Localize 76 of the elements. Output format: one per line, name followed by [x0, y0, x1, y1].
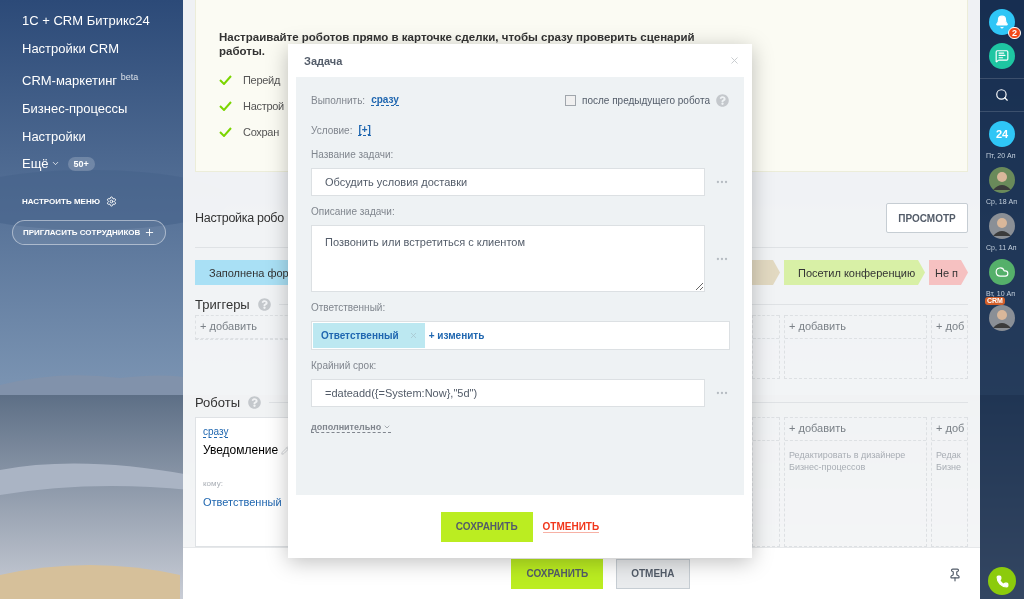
more-menu[interactable]: Ещё [22, 156, 60, 172]
recipient-label: кому: [203, 479, 223, 488]
cancel-button[interactable]: ОТМЕНА [616, 558, 690, 589]
checkbox[interactable] [565, 94, 576, 106]
check-icon [219, 127, 232, 137]
chat-button[interactable] [989, 43, 1015, 69]
preview-button[interactable]: ПРОСМОТР [886, 203, 968, 233]
pin-icon[interactable] [948, 568, 962, 582]
avatar-icon[interactable] [989, 213, 1015, 239]
condition-label: Условие: [311, 124, 353, 136]
step-text: Сохран [243, 126, 279, 138]
cloud-icon [995, 265, 1009, 279]
help-icon[interactable] [248, 395, 262, 409]
info-text: Настраивайте роботов прямо в карточке сделки, чтобы сразу проверить сценарий работы. [219, 30, 696, 57]
input-field[interactable]: Обсудить условия доставки [311, 168, 706, 196]
stage-chip[interactable]: Посетил конференцию [784, 260, 925, 285]
notifications-button[interactable] [989, 9, 1015, 35]
notification-badge: 2 [1008, 27, 1021, 39]
add-link[interactable]: + доб [932, 417, 967, 441]
save-button[interactable]: СОХРАНИТЬ [440, 511, 533, 542]
run-link[interactable]: сразу [371, 94, 399, 106]
chat-icon [995, 49, 1009, 63]
invite-button[interactable]: ПРИГЛАСИТЬ СОТРУДНИКОВ [12, 220, 167, 246]
step-text: Настрой [243, 100, 284, 112]
close-icon[interactable] [729, 55, 740, 66]
help-icon[interactable] [257, 297, 271, 311]
add-link[interactable]: + доб [932, 315, 967, 339]
condition-link[interactable]: [+] [358, 124, 371, 136]
hint-text: Редактировать в дизайнере Бизнес-процессов [789, 449, 907, 473]
plus-icon [144, 227, 156, 239]
more-link[interactable]: дополнительно [311, 422, 392, 433]
field-label: Название задачи: [311, 149, 395, 160]
avatar-icon[interactable] [989, 167, 1015, 193]
change-link[interactable]: + изменить [428, 330, 485, 341]
cloud-button[interactable] [989, 259, 1015, 285]
field-label: Крайний срок: [311, 360, 378, 371]
user-chip[interactable]: Ответственный [313, 323, 425, 348]
phone-button[interactable] [988, 567, 1016, 595]
step-text: Перейд [243, 74, 281, 86]
phone-icon [995, 574, 1009, 588]
recipient-link[interactable]: Ответственный [203, 496, 282, 508]
delay-link[interactable]: сразу [203, 426, 229, 438]
section-title: Роботы [195, 394, 241, 410]
field-label: Описание задачи: [311, 206, 396, 217]
input-field[interactable]: =dateadd({=System:Now},"5d") [311, 379, 706, 407]
check-icon [219, 101, 232, 111]
search-icon[interactable] [995, 88, 1009, 102]
sidebar-item[interactable]: Бизнес-процессы [12, 95, 138, 124]
pencil-icon[interactable] [281, 445, 291, 455]
bell-icon [995, 15, 1009, 29]
check-icon [219, 75, 232, 85]
add-link[interactable]: + добавить [785, 417, 926, 441]
textarea-field[interactable]: Позвонить или встретиться с клиентом [311, 225, 706, 292]
cancel-link[interactable]: ОТМЕНИТЬ [542, 520, 600, 533]
field-label: Ответственный: [311, 302, 387, 313]
run-label: Выполнить: [311, 94, 366, 106]
add-link[interactable]: + добавить [785, 315, 926, 339]
count-badge: 50+ [67, 156, 95, 171]
sidebar-item[interactable]: Настройки [12, 123, 96, 152]
avatar-icon[interactable] [989, 305, 1015, 331]
save-button[interactable]: СОХРАНИТЬ [511, 558, 604, 589]
sidebar-item[interactable]: 1C + CRM Битрикс24 [12, 7, 160, 35]
robot-title: Уведомление [203, 443, 279, 457]
stage-chip[interactable] [752, 260, 780, 285]
stage-chip[interactable]: Не п [929, 260, 968, 285]
checkbox-label: после предыдущего робота [582, 94, 710, 106]
hint-text: Редак Бизне [936, 449, 963, 473]
help-icon[interactable] [716, 93, 729, 107]
sidebar-item[interactable]: CRM-маркетинг $^{beta}$ [12, 63, 149, 96]
remove-icon[interactable] [408, 331, 418, 340]
sidebar-item[interactable]: Настройки CRM [12, 35, 129, 63]
section-title: Триггеры [195, 296, 250, 312]
section-heading: Настройка робо [195, 211, 284, 225]
dialog-title: Задача [304, 54, 343, 67]
caret-icon [383, 423, 392, 431]
settings-icon [105, 196, 117, 208]
